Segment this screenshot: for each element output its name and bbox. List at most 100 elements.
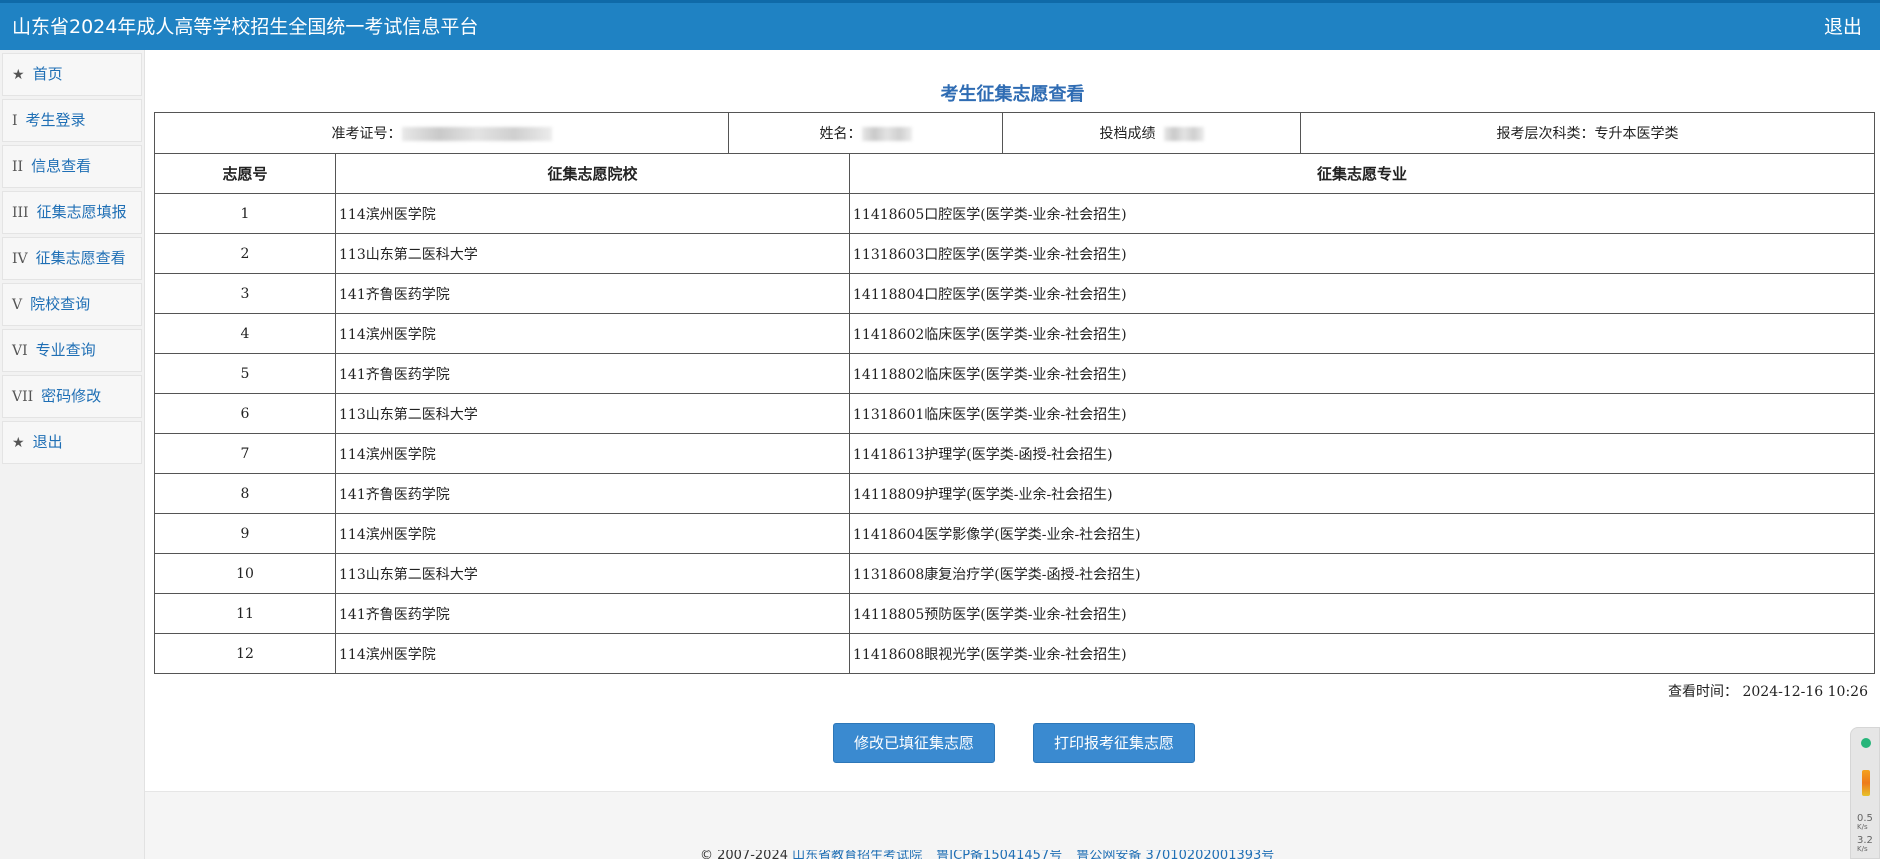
sidebar-item-numeral: III bbox=[12, 205, 29, 221]
wish-no: 9 bbox=[154, 513, 336, 554]
wish-major: 14118809护理学(医学类-业余-社会招生) bbox=[849, 473, 1875, 514]
logout-link[interactable]: 退出 bbox=[1824, 12, 1862, 39]
sidebar-item-label: 院校查询 bbox=[30, 295, 91, 313]
site-title: 山东省2024年成人高等学校招生全国统一考试信息平台 bbox=[12, 16, 479, 38]
main-content: 考生征集志愿查看 准考证号： 姓名： 投档成绩 报考层次科类：专升本医学类 志愿… bbox=[145, 50, 1880, 859]
sidebar-item-label: 退出 bbox=[32, 433, 63, 451]
wish-major: 14118805预防医学(医学类-业余-社会招生) bbox=[849, 593, 1875, 634]
wish-major: 11318608康复治疗学(医学类-函授-社会招生) bbox=[849, 553, 1875, 594]
exam-number-cell: 准考证号： bbox=[154, 112, 729, 154]
score-label: 投档成绩 bbox=[1099, 126, 1156, 142]
sidebar-item-info[interactable]: II 信息查看 bbox=[2, 145, 142, 188]
table-row: 8 141齐鲁医药学院 14118809护理学(医学类-业余-社会招生) bbox=[154, 473, 1875, 514]
sidebar-item-label: 首页 bbox=[32, 65, 63, 83]
table-row: 3 141齐鲁医药学院 14118804口腔医学(医学类-业余-社会招生) bbox=[154, 273, 1875, 314]
name-label: 姓名： bbox=[819, 126, 862, 142]
footer bbox=[145, 791, 1880, 859]
column-header-school: 征集志愿院校 bbox=[335, 153, 850, 194]
wish-table: 志愿号 征集志愿院校 征集志愿专业 1 114滨州医学院 11418605口腔医学(… bbox=[154, 153, 1875, 674]
sidebar-item-label: 密码修改 bbox=[41, 387, 102, 405]
table-row: 12 114滨州医学院 11418608眼视光学(医学类-业余-社会招生) bbox=[154, 633, 1875, 674]
wish-no: 2 bbox=[154, 233, 336, 274]
sidebar-item-logout[interactable]: ★ 退出 bbox=[2, 421, 142, 464]
icp-link[interactable]: 鲁ICP备15041457号 bbox=[936, 850, 1062, 859]
wish-school: 113山东第二医科大学 bbox=[335, 553, 850, 594]
wish-major: 11418602临床医学(医学类-业余-社会招生) bbox=[849, 313, 1875, 354]
sidebar-item-numeral: II bbox=[12, 159, 24, 175]
sidebar-item-numeral: I bbox=[12, 113, 18, 129]
wish-no: 4 bbox=[154, 313, 336, 354]
sidebar-item-login[interactable]: I 考生登录 bbox=[2, 99, 142, 142]
wish-no: 7 bbox=[154, 433, 336, 474]
upload-unit: K/s bbox=[1857, 823, 1868, 831]
wish-school: 141齐鲁医药学院 bbox=[335, 473, 850, 514]
org-link[interactable]: 山东省教育招生考试院 bbox=[792, 850, 922, 859]
network-speed-widget[interactable]: 0.5 K/s 3.2 K/s bbox=[1850, 727, 1880, 859]
sidebar-item-numeral: IV bbox=[12, 251, 28, 267]
wish-school: 141齐鲁医药学院 bbox=[335, 593, 850, 634]
print-wish-button[interactable]: 打印报考征集志愿 bbox=[1033, 723, 1195, 763]
wish-school: 141齐鲁医药学院 bbox=[335, 353, 850, 394]
wish-school: 114滨州医学院 bbox=[335, 313, 850, 354]
query-time-label: 查看时间： bbox=[1668, 684, 1739, 700]
page-title: 考生征集志愿查看 bbox=[940, 84, 1085, 105]
wish-no: 3 bbox=[154, 273, 336, 314]
wish-school: 113山东第二医科大学 bbox=[335, 233, 850, 274]
wish-major: 11418604医学影像学(医学类-业余-社会招生) bbox=[849, 513, 1875, 554]
police-record-link[interactable]: 鲁公网安备 37010202001393号 bbox=[1076, 850, 1274, 859]
sidebar-item-label: 专业查询 bbox=[35, 341, 96, 359]
wish-major: 11318603口腔医学(医学类-业余-社会招生) bbox=[849, 233, 1875, 274]
table-row: 10 113山东第二医科大学 11318608康复治疗学(医学类-函授-社会招生) bbox=[154, 553, 1875, 594]
memory-bar-icon bbox=[1862, 770, 1870, 796]
wish-no: 1 bbox=[154, 193, 336, 234]
sidebar-item-major-query[interactable]: VI 专业查询 bbox=[2, 329, 142, 372]
sidebar-item-school-query[interactable]: V 院校查询 bbox=[2, 283, 142, 326]
star-icon: ★ bbox=[12, 67, 25, 83]
sidebar-item-view-wish[interactable]: IV 征集志愿查看 bbox=[2, 237, 142, 280]
candidate-info-table: 准考证号： 姓名： 投档成绩 报考层次科类：专升本医学类 bbox=[154, 112, 1875, 154]
category-cell: 报考层次科类：专升本医学类 bbox=[1300, 112, 1875, 154]
sidebar-item-password[interactable]: VII 密码修改 bbox=[2, 375, 142, 418]
table-row: 7 114滨州医学院 11418613护理学(医学类-函授-社会招生) bbox=[154, 433, 1875, 474]
wish-no: 5 bbox=[154, 353, 336, 394]
table-row: 4 114滨州医学院 11418602临床医学(医学类-业余-社会招生) bbox=[154, 313, 1875, 354]
redacted-value bbox=[401, 127, 552, 141]
sidebar: ★ 首页 I 考生登录 II 信息查看 III 征集志愿填报 IV 征集志愿查看 V 院校查… bbox=[0, 50, 145, 859]
sidebar-item-numeral: VI bbox=[12, 343, 28, 359]
sidebar-item-fill-wish[interactable]: III 征集志愿填报 bbox=[2, 191, 142, 234]
footer-links: © 2007-2024 山东省教育招生考试院 鲁ICP备15041457号 鲁公… bbox=[700, 850, 1274, 859]
top-bar: 山东省2024年成人高等学校招生全国统一考试信息平台 退出 bbox=[0, 0, 1880, 50]
table-row: 2 113山东第二医科大学 11318603口腔医学(医学类-业余-社会招生) bbox=[154, 233, 1875, 274]
wish-school: 113山东第二医科大学 bbox=[335, 393, 850, 434]
wish-major: 14118804口腔医学(医学类-业余-社会招生) bbox=[849, 273, 1875, 314]
redacted-value bbox=[861, 127, 912, 141]
wish-major: 14118802临床医学(医学类-业余-社会招生) bbox=[849, 353, 1875, 394]
column-header-major: 征集志愿专业 bbox=[849, 153, 1875, 194]
column-header-no: 志愿号 bbox=[154, 153, 336, 194]
copyright-text: © 2007-2024 bbox=[700, 850, 788, 859]
sidebar-item-label: 信息查看 bbox=[31, 157, 92, 175]
wish-school: 141齐鲁医药学院 bbox=[335, 273, 850, 314]
sidebar-item-label: 征集志愿填报 bbox=[36, 203, 127, 221]
name-cell: 姓名： bbox=[728, 112, 1003, 154]
modify-wish-button[interactable]: 修改已填征集志愿 bbox=[833, 723, 995, 763]
exam-number-label: 准考证号： bbox=[331, 126, 402, 142]
wish-major: 11318601临床医学(医学类-业余-社会招生) bbox=[849, 393, 1875, 434]
sidebar-item-home[interactable]: ★ 首页 bbox=[2, 53, 142, 96]
wish-no: 12 bbox=[154, 633, 336, 674]
table-row: 6 113山东第二医科大学 11318601临床医学(医学类-业余-社会招生) bbox=[154, 393, 1875, 434]
wish-school: 114滨州医学院 bbox=[335, 633, 850, 674]
sidebar-item-label: 征集志愿查看 bbox=[35, 249, 126, 267]
query-time-value: 2024-12-16 10:26 bbox=[1742, 684, 1868, 700]
query-time: 查看时间： 2024-12-16 10:26 bbox=[1668, 681, 1868, 701]
table-row: 9 114滨州医学院 11418604医学影像学(医学类-业余-社会招生) bbox=[154, 513, 1875, 554]
wish-no: 6 bbox=[154, 393, 336, 434]
score-cell: 投档成绩 bbox=[1002, 112, 1301, 154]
wish-major: 11418608眼视光学(医学类-业余-社会招生) bbox=[849, 633, 1875, 674]
wish-no: 8 bbox=[154, 473, 336, 514]
wish-major: 11418605口腔医学(医学类-业余-社会招生) bbox=[849, 193, 1875, 234]
download-unit: K/s bbox=[1857, 845, 1868, 853]
table-row: 5 141齐鲁医药学院 14118802临床医学(医学类-业余-社会招生) bbox=[154, 353, 1875, 394]
table-row: 1 114滨州医学院 11418605口腔医学(医学类-业余-社会招生) bbox=[154, 193, 1875, 234]
wish-no: 11 bbox=[154, 593, 336, 634]
